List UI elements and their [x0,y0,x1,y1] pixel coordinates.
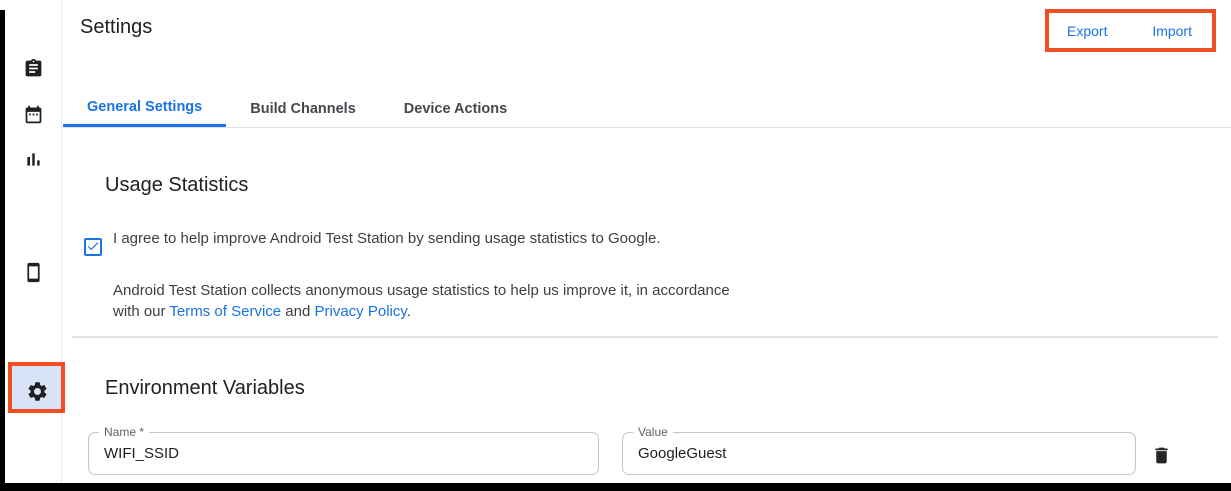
usage-statistics-heading: Usage Statistics [105,174,248,197]
terms-of-service-link[interactable]: Terms of Service [169,303,281,320]
gear-icon [26,380,50,403]
annotation-box-export-import: Export Import [1045,9,1216,52]
smartphone-icon [23,262,47,283]
import-button[interactable]: Import [1152,23,1192,39]
page-title: Settings [80,16,152,39]
export-button[interactable]: Export [1067,23,1107,39]
privacy-policy-link[interactable]: Privacy Policy [315,303,407,320]
checkmark-icon [86,239,100,256]
environment-variables-heading: Environment Variables [105,377,305,400]
description-text: . [407,303,411,320]
calendar-icon [23,104,47,125]
tab-build-channels[interactable]: Build Channels [226,90,380,127]
tab-general-settings[interactable]: General Settings [63,90,226,127]
usage-stats-description: Android Test Station collects anonymous … [113,280,747,322]
sidebar-item-reports[interactable] [23,147,47,171]
tab-device-actions[interactable]: Device Actions [380,90,531,127]
clipboard-icon [23,58,47,79]
env-var-value-input[interactable] [638,434,1120,473]
section-divider [72,336,1218,338]
sidebar-item-tests[interactable] [23,56,47,80]
screenshot-frame-bottom [0,483,1231,491]
usage-stats-checkbox[interactable] [84,238,102,256]
env-var-name-input[interactable] [104,434,583,473]
description-text: and [281,303,314,320]
sidebar [5,0,62,483]
bar-chart-icon [23,149,47,170]
sidebar-item-devices[interactable] [23,260,47,284]
usage-stats-checkbox-label: I agree to help improve Android Test Sta… [113,227,713,250]
settings-tabbar: General Settings Build Channels Device A… [63,90,1231,128]
trash-icon [1151,445,1175,466]
sidebar-item-schedule[interactable] [23,102,47,126]
env-var-value-field: Value [622,432,1136,475]
delete-env-var-button[interactable] [1151,443,1175,467]
sidebar-item-settings[interactable] [26,379,50,403]
env-var-name-field: Name * [88,432,599,475]
